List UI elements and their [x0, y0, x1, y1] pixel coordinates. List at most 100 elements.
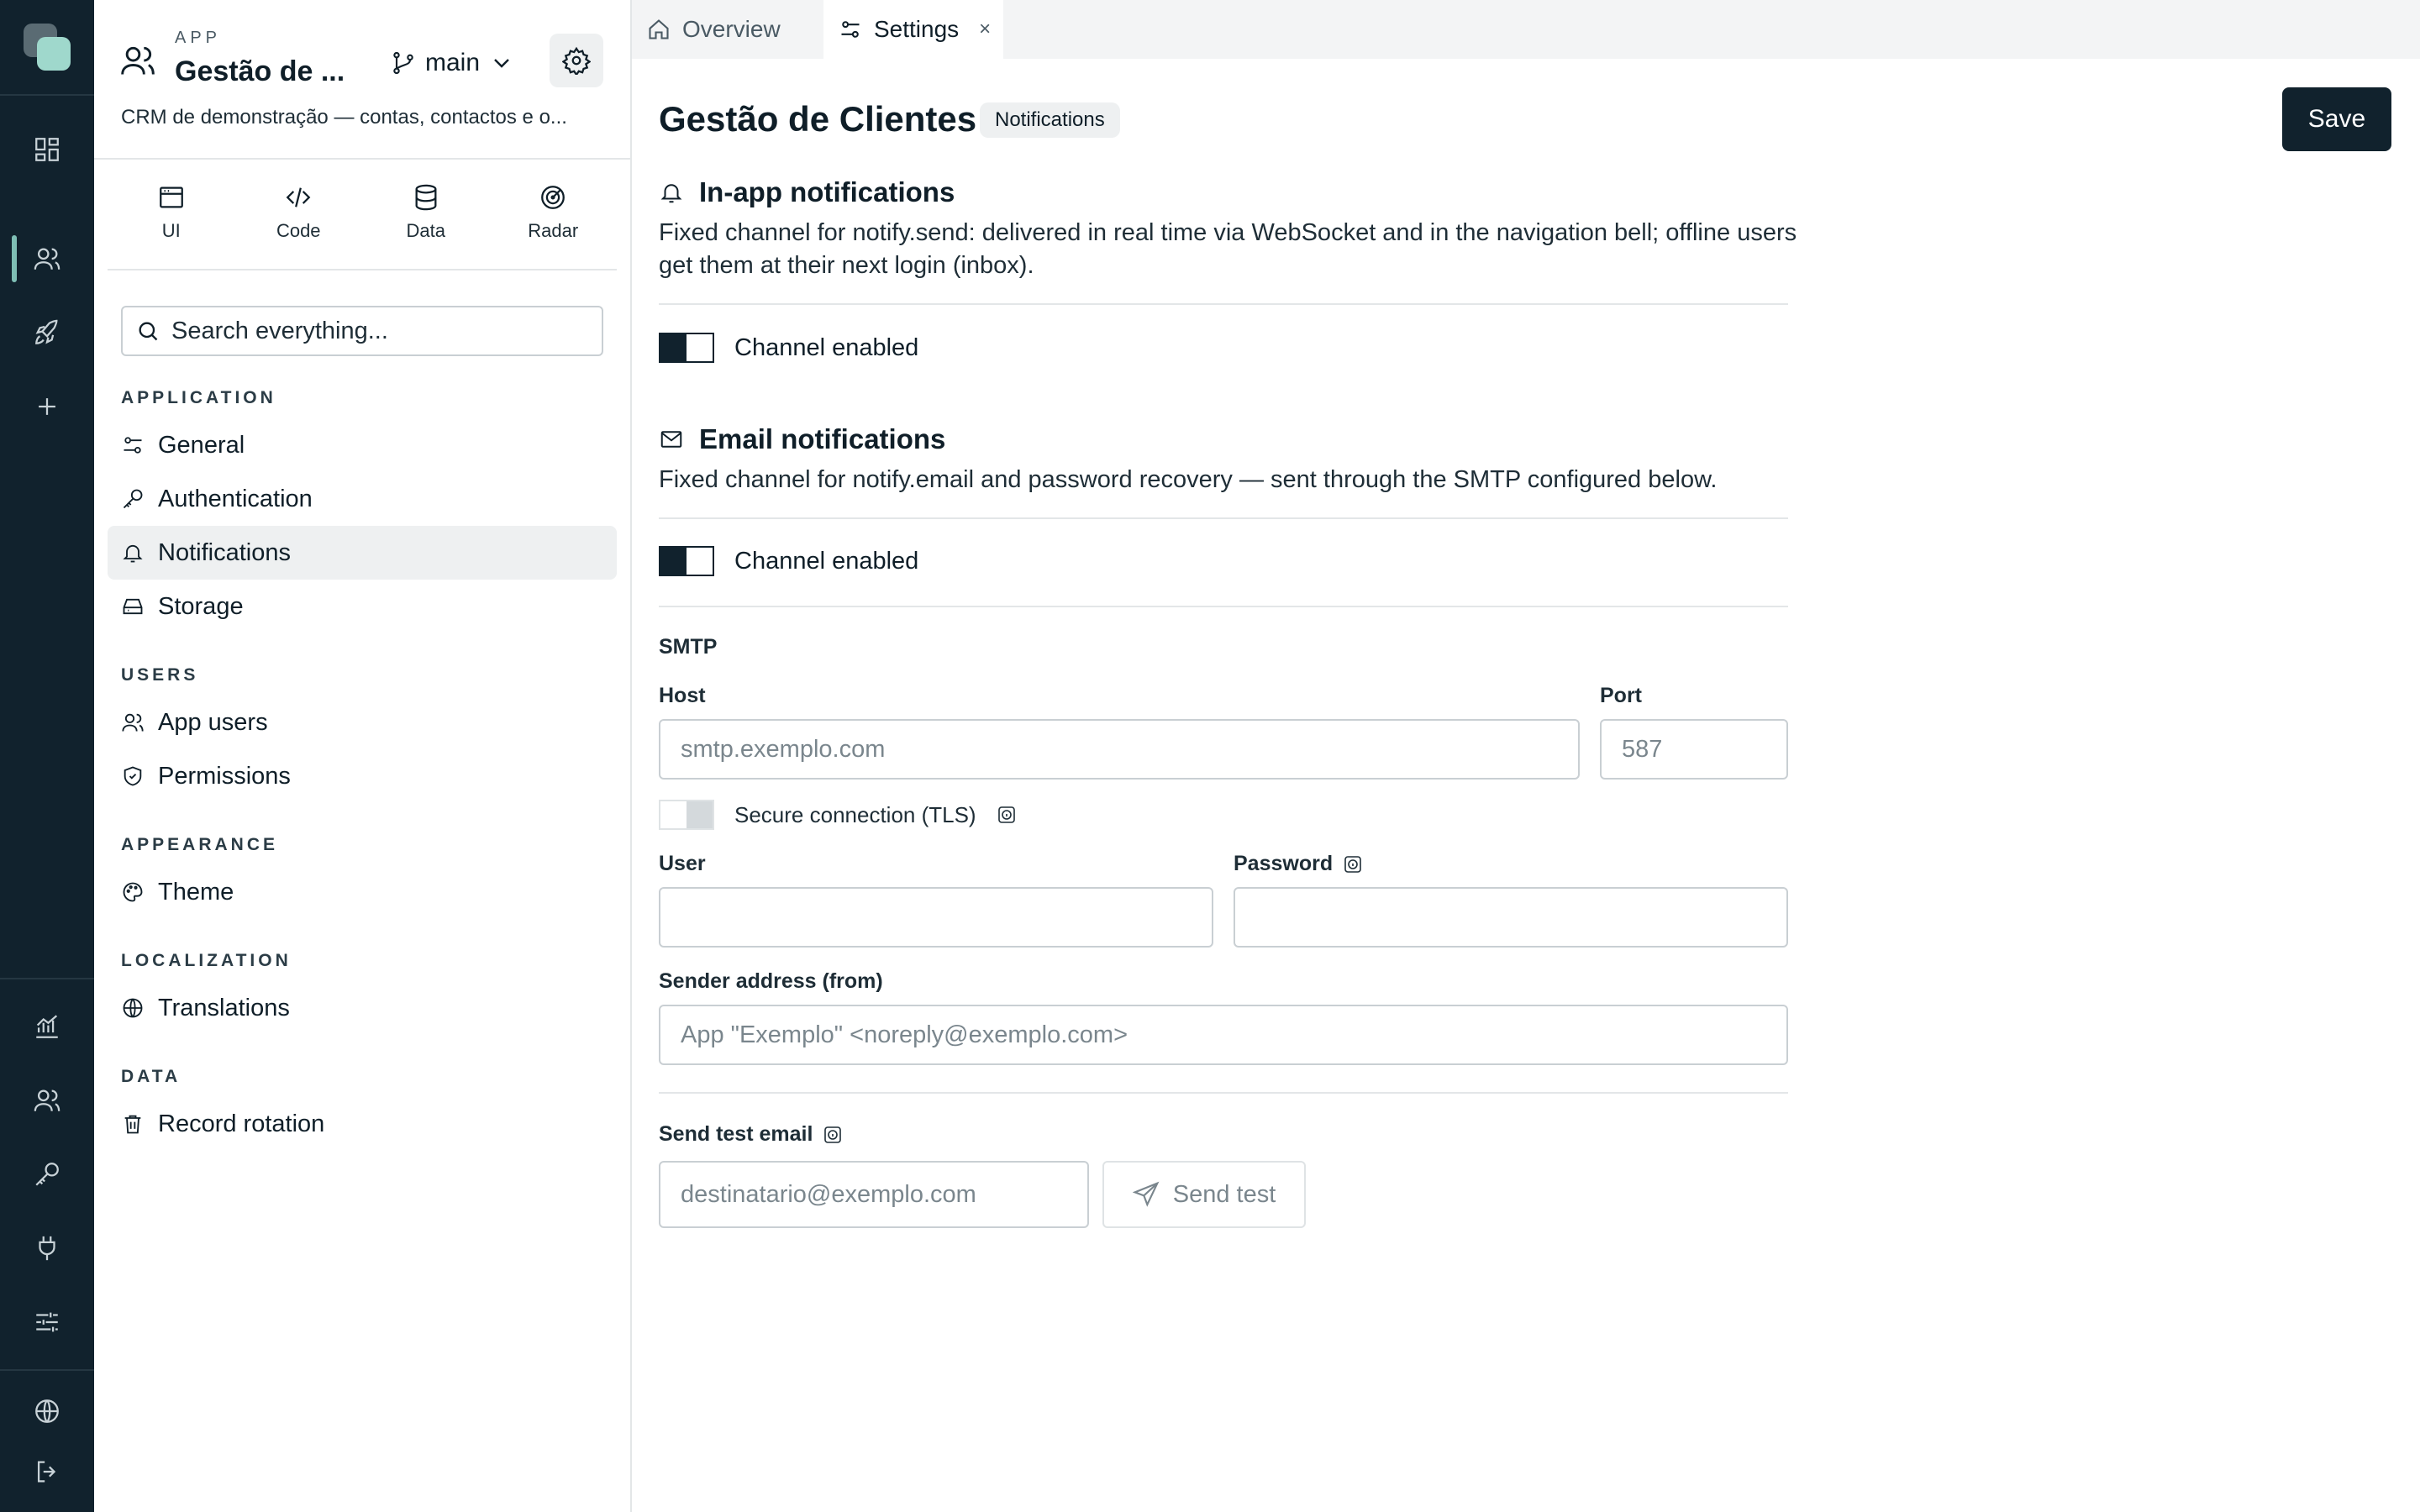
mode-tab-code[interactable]: Code — [235, 161, 363, 269]
toggle-label: Channel enabled — [734, 547, 919, 575]
rail-divider — [0, 978, 94, 979]
smtp-user-input[interactable] — [659, 887, 1213, 948]
sidebar-item-app-users[interactable]: App users — [108, 696, 617, 749]
git-branch-icon — [390, 50, 417, 76]
sidebar-item-permissions[interactable]: Permissions — [108, 749, 617, 803]
info-icon[interactable] — [997, 805, 1017, 825]
key-icon — [121, 487, 145, 511]
search-icon — [136, 319, 160, 343]
save-button[interactable]: Save — [2282, 87, 2391, 151]
info-icon[interactable] — [823, 1125, 843, 1145]
sidebar-item-record-rotation[interactable]: Record rotation — [108, 1097, 617, 1151]
info-icon[interactable] — [1343, 854, 1363, 874]
logo-icon[interactable] — [24, 24, 71, 71]
sidebar-item-label: Record rotation — [158, 1110, 325, 1137]
section-badge: Notifications — [980, 102, 1120, 138]
sidebar-item-label: Notifications — [158, 538, 291, 566]
users-icon[interactable] — [30, 1084, 64, 1117]
radar-icon — [539, 183, 567, 212]
sidebar-item-notifications[interactable]: Notifications — [108, 526, 617, 580]
mode-tabs: UI Code Data Radar — [108, 161, 617, 270]
email-enabled-toggle[interactable] — [659, 546, 714, 576]
close-icon[interactable]: × — [979, 18, 991, 41]
from-label: Sender address (from) — [659, 969, 883, 993]
app-name: Gestão de ... — [175, 55, 345, 87]
bell-icon — [659, 180, 684, 205]
sidebar-item-storage[interactable]: Storage — [108, 580, 617, 633]
sender-address-input[interactable] — [659, 1005, 1788, 1065]
plug-icon[interactable] — [30, 1231, 64, 1265]
nav-section-title: LOCALIZATION — [121, 951, 292, 970]
host-label: Host — [659, 684, 706, 707]
home-icon — [647, 18, 671, 41]
divider — [659, 517, 1788, 519]
test-email-label-text: Send test email — [659, 1122, 813, 1146]
editor-tabbar: Overview Settings × — [632, 0, 2420, 59]
branch-name: main — [425, 49, 481, 76]
toggle-label: Channel enabled — [734, 333, 919, 361]
sidebar-item-label: Theme — [158, 878, 234, 906]
icon-rail — [0, 0, 94, 1512]
section-title: In-app notifications — [699, 176, 955, 207]
sidebar-item-translations[interactable]: Translations — [108, 981, 617, 1035]
user-label: User — [659, 852, 706, 875]
globe-icon[interactable] — [30, 1394, 64, 1428]
sliders-icon — [839, 18, 862, 41]
email-enabled-row: Channel enabled — [659, 546, 918, 576]
nav-section-title: APPLICATION — [121, 388, 276, 407]
sliders-icon[interactable] — [30, 1305, 64, 1339]
sidebar-item-authentication[interactable]: Authentication — [108, 472, 617, 526]
search-input[interactable] — [171, 317, 575, 345]
chart-icon[interactable] — [30, 1010, 64, 1043]
tab-label: Settings — [874, 16, 960, 42]
test-email-label: Send test email — [659, 1122, 843, 1147]
chevron-down-icon — [488, 50, 515, 76]
app-kicker: APP — [175, 29, 222, 47]
smtp-port-input[interactable] — [1600, 719, 1788, 780]
section-title: Email notifications — [699, 423, 946, 454]
mode-tab-radar[interactable]: Radar — [490, 161, 618, 269]
rail-divider — [0, 1369, 94, 1371]
smtp-password-input[interactable] — [1234, 887, 1788, 948]
sidebar-item-general[interactable]: General — [108, 418, 617, 472]
app-settings-button[interactable] — [550, 34, 603, 87]
shield-icon — [121, 764, 145, 788]
app-header: APP Gestão de ... main CRM de demonstraç… — [94, 0, 630, 160]
globe-icon — [121, 996, 145, 1020]
mode-tab-ui[interactable]: UI — [108, 161, 235, 269]
divider — [659, 1092, 1788, 1094]
divider — [659, 606, 1788, 607]
rail-divider — [0, 94, 94, 96]
sidebar-item-label: Authentication — [158, 485, 313, 512]
send-test-button[interactable]: Send test — [1102, 1161, 1306, 1228]
key-icon[interactable] — [30, 1158, 64, 1191]
rocket-icon[interactable] — [30, 316, 64, 349]
sidebar-item-label: Permissions — [158, 762, 291, 790]
dashboard-icon[interactable] — [30, 133, 64, 166]
branch-selector[interactable]: main — [390, 44, 515, 82]
tab-overview[interactable]: Overview — [632, 0, 823, 59]
mode-tab-label: Code — [276, 220, 321, 241]
sidebar-item-label: Translations — [158, 994, 290, 1021]
mode-tab-data[interactable]: Data — [362, 161, 490, 269]
rail-active-indicator — [12, 235, 17, 282]
page-title: Gestão de Clientes — [659, 99, 977, 139]
inapp-enabled-toggle[interactable] — [659, 333, 714, 363]
sidebar-item-theme[interactable]: Theme — [108, 865, 617, 919]
nav-section-title: APPEARANCE — [121, 835, 279, 854]
users-icon[interactable] — [30, 242, 64, 276]
code-icon — [284, 183, 313, 212]
inapp-section-heading: In-app notifications — [659, 176, 955, 208]
tls-toggle[interactable] — [659, 800, 714, 830]
section-description: Fixed channel for notify.email and passw… — [659, 466, 1718, 493]
logout-icon[interactable] — [30, 1455, 64, 1488]
plus-icon[interactable] — [30, 390, 64, 423]
tab-settings[interactable]: Settings × — [823, 0, 1003, 59]
toggle-label: Secure connection (TLS) — [734, 801, 976, 827]
sidebar-item-label: App users — [158, 708, 268, 736]
test-recipient-input[interactable] — [659, 1161, 1089, 1228]
users-icon — [121, 711, 145, 734]
users-icon — [119, 42, 156, 79]
smtp-host-input[interactable] — [659, 719, 1580, 780]
tls-row: Secure connection (TLS) — [659, 800, 1017, 830]
